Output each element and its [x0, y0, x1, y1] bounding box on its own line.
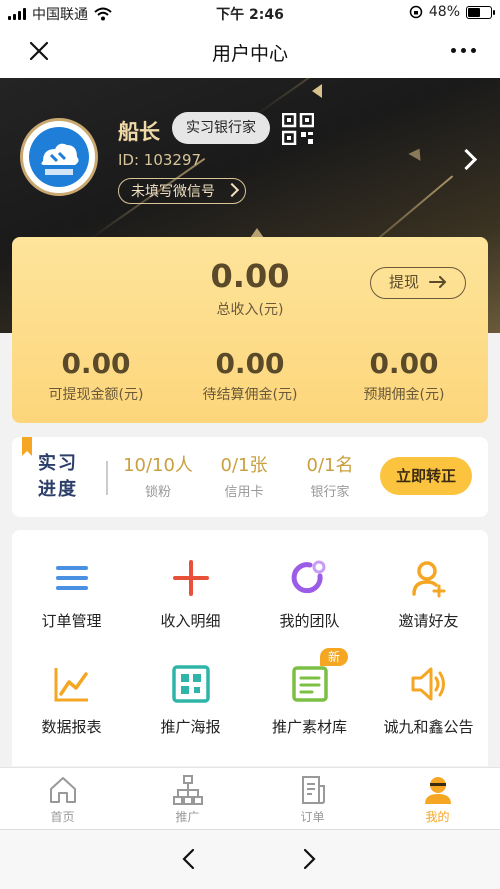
banker-value: 0/1名: [306, 455, 354, 476]
menu-order-management[interactable]: 订单管理: [12, 540, 131, 640]
menu-label: 推广海报: [160, 718, 221, 736]
fans-label: 锁粉: [144, 485, 171, 500]
page-title: 用户中心: [211, 43, 288, 65]
bookmark-icon: [22, 437, 32, 456]
profile-icon: [424, 777, 451, 804]
tab-home[interactable]: 首页: [0, 774, 125, 825]
tab-orders[interactable]: 订单: [250, 774, 375, 825]
menu-data-report[interactable]: 数据报表: [12, 646, 131, 746]
status-right: 48%: [409, 4, 495, 20]
withdrawable-value: 0.00: [61, 347, 131, 380]
expected-value: 0.00: [369, 347, 439, 380]
order-icon: [301, 776, 325, 804]
new-badge: 新: [320, 648, 349, 666]
fans-value: 10/10人: [123, 455, 193, 476]
chevron-right-icon: [224, 182, 240, 198]
rotation-lock-icon: [409, 5, 423, 19]
decor-streak: [249, 78, 415, 120]
progress-title: 实习进度: [38, 453, 78, 500]
battery-percent: 48%: [428, 4, 460, 20]
pending-value: 0.00: [215, 347, 285, 380]
credit-card-value: 0/1张: [220, 455, 268, 476]
total-income-label: 总收入(元): [216, 302, 284, 318]
tab-label: 推广: [175, 810, 200, 824]
menu-label: 数据报表: [41, 718, 102, 736]
tab-label: 订单: [300, 810, 325, 824]
wechat-label: 未填写微信号: [131, 184, 215, 200]
list-icon: [56, 566, 88, 590]
chart-icon: [54, 668, 88, 702]
speaker-icon: [411, 667, 445, 701]
divider: [106, 461, 108, 495]
withdraw-label: 提现: [389, 273, 420, 291]
avatar[interactable]: [20, 118, 98, 196]
withdrawable-amount: 0.00 可提现金额(元): [17, 347, 175, 404]
plus-icon: [173, 560, 209, 596]
menu-label: 订单管理: [41, 612, 102, 630]
forward-icon[interactable]: [298, 848, 320, 870]
battery-icon: [466, 5, 495, 19]
nav-bar: 用户中心: [0, 26, 500, 78]
expected-commission: 0.00 预期佣金(元): [325, 347, 483, 404]
document-icon: [292, 666, 328, 702]
tab-label: 首页: [50, 810, 75, 824]
status-bar: 中国联通 下午 2:46 48%: [0, 0, 500, 26]
home-icon: [49, 777, 76, 803]
withdraw-button[interactable]: 提现: [370, 267, 466, 299]
decor-triangle: [408, 145, 426, 161]
menu-label: 收入明细: [160, 612, 221, 630]
org-chart-icon: [172, 775, 203, 805]
tab-mine[interactable]: 我的: [375, 774, 500, 825]
role-badge: 实习银行家: [172, 112, 270, 144]
pending-commission: 0.00 待结算佣金(元): [171, 347, 329, 404]
team-icon: [291, 560, 326, 594]
qr-icon: [172, 665, 210, 703]
back-icon[interactable]: [178, 848, 200, 870]
convert-button[interactable]: 立即转正: [380, 457, 472, 495]
arrow-right-icon: [429, 276, 447, 288]
banker-stat: 0/1名 银行家: [292, 451, 368, 500]
avatar-logo-icon: [29, 127, 89, 187]
menu-promo-materials[interactable]: 新 推广素材库: [250, 646, 369, 746]
menu-income-detail[interactable]: 收入明细: [131, 540, 250, 640]
username: 船长: [118, 120, 160, 144]
function-grid: 订单管理 收入明细 我的团队 邀请好友 数据报表 推广海报 新 推广素材库 诚九…: [12, 530, 488, 766]
pending-label: 待结算佣金(元): [202, 387, 298, 403]
credit-card-stat: 0/1张 信用卡: [206, 451, 282, 500]
income-card: 0.00 总收入(元) 提现 0.00 可提现金额(元) 0.00 待结算佣金(…: [12, 237, 488, 423]
decor-triangle: [312, 84, 322, 98]
more-icon[interactable]: [451, 48, 476, 53]
browser-toolbar: [0, 829, 500, 889]
menu-label: 推广素材库: [271, 718, 347, 736]
menu-announcement[interactable]: 诚九和鑫公告: [369, 646, 488, 746]
tab-promote[interactable]: 推广: [125, 774, 250, 825]
tab-label: 我的: [425, 810, 450, 824]
expected-label: 预期佣金(元): [363, 387, 445, 403]
menu-promo-poster[interactable]: 推广海报: [131, 646, 250, 746]
banker-label: 银行家: [310, 485, 350, 500]
internship-progress: 实习进度 10/10人 锁粉 0/1张 信用卡 0/1名 银行家 立即转正: [12, 437, 488, 517]
withdrawable-label: 可提现金额(元): [48, 387, 144, 403]
battery-fill: [468, 7, 480, 17]
menu-invite-friends[interactable]: 邀请好友: [369, 540, 488, 640]
qr-code-icon[interactable]: [282, 113, 314, 145]
menu-label: 诚九和鑫公告: [383, 718, 474, 736]
menu-label: 我的团队: [279, 612, 340, 630]
fans-stat: 10/10人 锁粉: [116, 451, 200, 500]
credit-card-label: 信用卡: [224, 485, 264, 500]
menu-my-team[interactable]: 我的团队: [250, 540, 369, 640]
wechat-button[interactable]: 未填写微信号: [118, 178, 246, 204]
add-user-icon: [412, 561, 446, 598]
tab-bar: 首页 推广 订单 我的: [0, 767, 500, 830]
menu-label: 邀请好友: [398, 612, 459, 630]
user-id: ID: 103297: [118, 151, 202, 169]
